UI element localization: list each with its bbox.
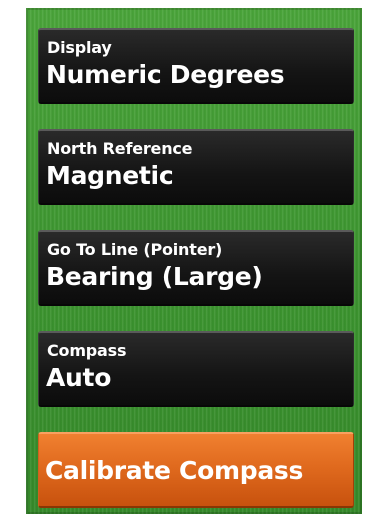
compass-settings-screen: Display Numeric Degrees North Reference … [0,0,373,520]
compass-setting-button[interactable]: Compass Auto [38,331,354,407]
north-reference-setting-value: Magnetic [46,161,174,190]
display-setting-button[interactable]: Display Numeric Degrees [38,28,354,104]
go-to-line-setting-button[interactable]: Go To Line (Pointer) Bearing (Large) [38,230,354,306]
go-to-line-setting-value: Bearing (Large) [46,262,263,291]
display-setting-label: Display [47,38,112,57]
go-to-line-setting-label: Go To Line (Pointer) [47,240,223,259]
display-setting-value: Numeric Degrees [46,60,285,89]
settings-panel: Display Numeric Degrees North Reference … [26,8,362,514]
calibrate-compass-label: Calibrate Compass [45,456,304,485]
north-reference-setting-button[interactable]: North Reference Magnetic [38,129,354,205]
compass-setting-value: Auto [46,363,112,392]
north-reference-setting-label: North Reference [47,139,193,158]
calibrate-compass-button[interactable]: Calibrate Compass [38,432,354,508]
compass-setting-label: Compass [47,341,127,360]
